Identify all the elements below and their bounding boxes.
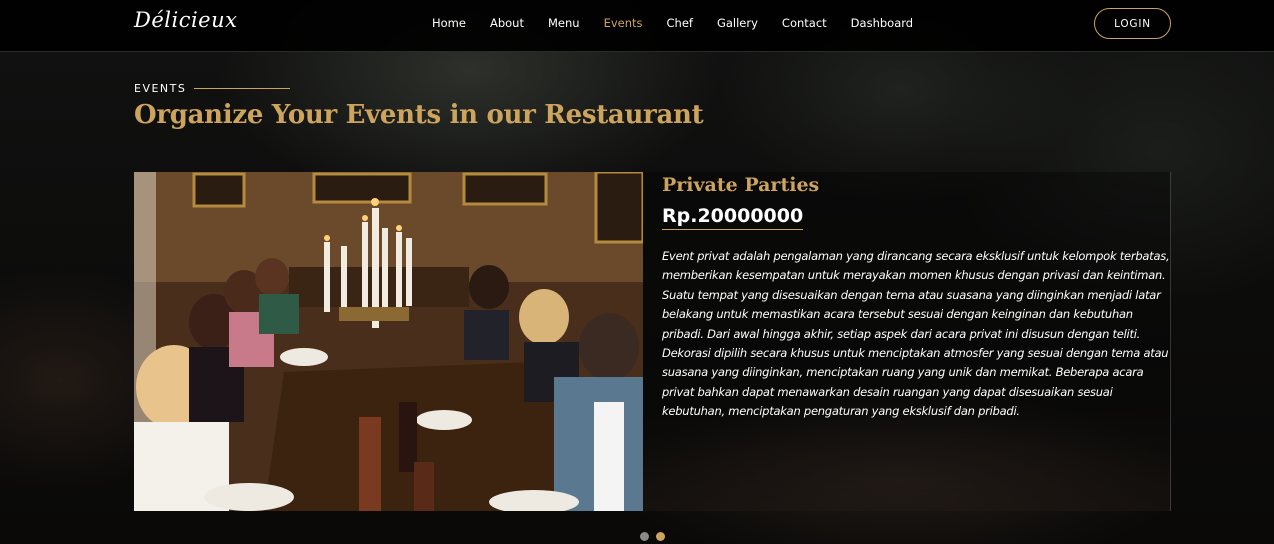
nav-item-chef[interactable]: Chef [667,15,693,31]
nav-item-events[interactable]: Events [604,15,643,31]
nav-item-menu[interactable]: Menu [548,15,580,31]
event-title: Private Parties [662,174,820,196]
nav-item-home[interactable]: Home [432,15,466,31]
nav-item-dashboard[interactable]: Dashboard [851,15,913,31]
nav-item-gallery[interactable]: Gallery [717,15,758,31]
section-eyebrow: EVENTS [134,82,291,95]
event-price: Rp.20000000 [662,205,804,230]
main-nav: Home About Menu Events Chef Gallery Cont… [432,15,937,31]
event-slide: Private Parties Rp.20000000 Event privat… [134,172,1171,511]
slider-pagination [640,532,665,541]
pagination-dot-1[interactable] [640,532,649,541]
event-details: Private Parties Rp.20000000 Event privat… [643,172,1171,511]
event-description: Event privat adalah pengalaman yang dira… [662,249,1170,419]
nav-item-contact[interactable]: Contact [782,15,827,31]
pagination-dot-2[interactable] [656,532,665,541]
dinner-party-photo [134,172,643,511]
nav-item-about[interactable]: About [490,15,524,31]
section-title: Organize Your Events in our Restaurant [134,100,704,130]
site-header: Délicieux Home About Menu Events Chef Ga… [0,0,1274,52]
login-button[interactable]: LOGIN [1094,8,1171,39]
brand-logo[interactable]: Délicieux [134,8,237,32]
eyebrow-divider [194,88,291,89]
section-eyebrow-label: EVENTS [134,82,187,95]
